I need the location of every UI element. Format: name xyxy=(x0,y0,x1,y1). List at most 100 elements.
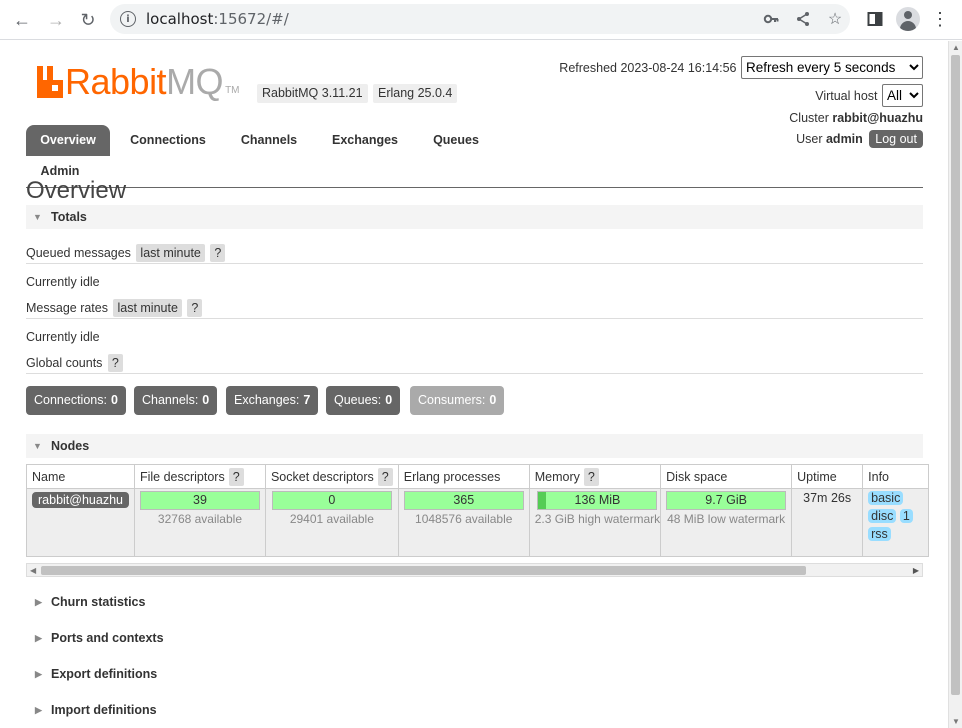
scroll-left-icon[interactable]: ◀ xyxy=(30,564,36,577)
global-counts-row: Global counts ? xyxy=(26,354,123,372)
queues-count-button[interactable]: Queues: 0 xyxy=(326,386,401,415)
export-definitions-section[interactable]: ▶ Export definitions xyxy=(26,662,923,686)
help-button[interactable]: ? xyxy=(377,467,393,486)
scrollbar-thumb[interactable] xyxy=(41,566,806,575)
message-rates-status: Currently idle xyxy=(26,330,100,344)
refreshed-timestamp: Refreshed 2023-08-24 16:14:56 xyxy=(559,61,737,75)
erlang-version-badge: Erlang 25.0.4 xyxy=(373,84,458,103)
column-header-disk-space: Disk space xyxy=(660,464,793,489)
nodes-table: Name File descriptors? Socket descriptor… xyxy=(26,464,930,557)
logo-trademark: TM xyxy=(225,85,240,96)
section-title: Ports and contexts xyxy=(51,631,164,645)
ports-and-contexts-section[interactable]: ▶ Ports and contexts xyxy=(26,626,923,650)
node-name-link[interactable]: rabbit@huazhu xyxy=(32,492,129,508)
expand-triangle-right-icon: ▶ xyxy=(35,705,42,715)
divider xyxy=(26,318,923,319)
column-header-erlang-processes: Erlang processes xyxy=(397,464,530,489)
browser-toolbar: ← → ↻ i localhost:15672/#/ ☆ ⋮ xyxy=(0,0,962,40)
logout-button[interactable]: Log out xyxy=(869,130,923,148)
bookmark-star-icon[interactable]: ☆ xyxy=(826,10,844,28)
totals-section-header[interactable]: ▼ Totals xyxy=(26,205,923,229)
tab-connections[interactable]: Connections xyxy=(120,125,216,156)
tab-queues[interactable]: Queues xyxy=(424,125,488,156)
rabbitmq-version-badge: RabbitMQ 3.11.21 xyxy=(257,84,368,103)
refresh-control: Refreshed 2023-08-24 16:14:56 Refresh ev… xyxy=(559,56,923,79)
section-title: Import definitions xyxy=(51,703,157,717)
memory-cell: 136 MiB 2.3 GiB high watermark xyxy=(528,488,662,557)
socket-descriptors-available: 29401 available xyxy=(289,512,374,526)
connections-count-button[interactable]: Connections: 0 xyxy=(26,386,126,415)
scroll-up-icon[interactable]: ▲ xyxy=(952,43,960,52)
section-title: Export definitions xyxy=(51,667,158,681)
expand-triangle-right-icon: ▶ xyxy=(35,597,42,607)
file-descriptors-available: 32768 available xyxy=(157,512,242,526)
rabbitmq-logo[interactable]: RabbitMQ TM xyxy=(37,64,240,100)
uptime-value: 37m 26s xyxy=(803,491,852,505)
site-info-icon[interactable]: i xyxy=(120,11,136,27)
scrollbar-thumb[interactable] xyxy=(951,55,960,695)
file-descriptors-bar: 39 xyxy=(139,491,260,510)
rabbitmq-logo-icon xyxy=(37,66,63,98)
user-label: User xyxy=(796,132,823,146)
cluster-info: Cluster rabbit@huazhu xyxy=(789,111,923,125)
column-header-info: Info xyxy=(862,464,930,489)
global-counts-label: Global counts xyxy=(26,356,103,370)
section-title: Churn statistics xyxy=(51,595,146,609)
churn-statistics-section[interactable]: ▶ Churn statistics xyxy=(26,590,923,614)
tab-exchanges[interactable]: Exchanges xyxy=(322,125,408,156)
help-button[interactable]: ? xyxy=(107,354,123,372)
page-title: Overview xyxy=(26,177,127,204)
expand-triangle-down-icon: ▼ xyxy=(33,212,42,222)
nodes-section-header[interactable]: ▼ Nodes xyxy=(26,434,923,458)
tab-overview[interactable]: Overview xyxy=(26,125,110,156)
disk-space-cell: 9.7 GiB 48 MiB low watermark xyxy=(660,488,793,557)
reload-icon[interactable]: ↻ xyxy=(75,7,101,33)
virtual-host-select[interactable]: All xyxy=(882,84,923,107)
socket-descriptors-bar: 0 xyxy=(271,491,392,510)
forward-arrow-icon[interactable]: → xyxy=(43,7,69,33)
url-text[interactable]: localhost:15672/#/ xyxy=(146,10,289,28)
virtual-host-label: Virtual host xyxy=(815,89,878,103)
help-button[interactable]: ? xyxy=(583,467,599,486)
user-info: User admin Log out xyxy=(796,130,923,148)
help-button[interactable]: ? xyxy=(210,244,226,262)
info-tag-basic: basic xyxy=(868,491,904,505)
address-bar[interactable]: i localhost:15672/#/ ☆ xyxy=(110,4,850,34)
scroll-down-icon[interactable]: ▼ xyxy=(952,717,960,726)
message-rates-row: Message rates last minute ? xyxy=(26,299,203,317)
tab-channels[interactable]: Channels xyxy=(232,125,306,156)
erlang-processes-available: 1048576 available xyxy=(415,512,513,526)
browser-menu-icon[interactable]: ⋮ xyxy=(929,8,951,30)
table-header-row: Name File descriptors? Socket descriptor… xyxy=(26,464,930,489)
disk-space-bar: 9.7 GiB xyxy=(666,491,787,510)
erlang-processes-bar: 365 xyxy=(403,491,524,510)
tab-underline xyxy=(26,187,923,188)
virtual-host-control: Virtual host All xyxy=(815,84,923,107)
help-button[interactable]: ? xyxy=(228,467,244,486)
info-cell: basic disc 1 rss xyxy=(862,488,930,557)
key-icon[interactable] xyxy=(762,10,780,28)
consumers-count-button[interactable]: Consumers: 0 xyxy=(410,386,505,415)
refresh-interval-select[interactable]: Refresh every 5 seconds xyxy=(741,56,923,79)
import-definitions-section[interactable]: ▶ Import definitions xyxy=(26,698,923,722)
queued-messages-range-button[interactable]: last minute xyxy=(136,244,205,262)
divider xyxy=(26,373,923,374)
queued-messages-row: Queued messages last minute ? xyxy=(26,244,226,262)
cluster-label: Cluster xyxy=(789,111,829,125)
scroll-right-icon[interactable]: ▶ xyxy=(913,564,919,577)
message-rates-range-button[interactable]: last minute xyxy=(113,299,182,317)
divider xyxy=(26,263,923,264)
channels-count-button[interactable]: Channels: 0 xyxy=(134,386,218,415)
help-button[interactable]: ? xyxy=(187,299,203,317)
page-vertical-scrollbar[interactable]: ▲ ▼ xyxy=(948,41,962,728)
queued-messages-status: Currently idle xyxy=(26,275,100,289)
info-tag-disc: disc xyxy=(868,509,897,523)
exchanges-count-button[interactable]: Exchanges: 7 xyxy=(226,386,319,415)
back-arrow-icon[interactable]: ← xyxy=(9,7,35,33)
share-icon[interactable] xyxy=(794,10,812,28)
nodes-horizontal-scrollbar[interactable]: ◀ ▶ xyxy=(26,563,923,577)
side-panel-icon[interactable] xyxy=(864,8,886,30)
node-name-cell: rabbit@huazhu xyxy=(26,488,135,557)
profile-avatar-icon[interactable] xyxy=(896,7,920,31)
memory-bar: 136 MiB xyxy=(537,491,658,510)
